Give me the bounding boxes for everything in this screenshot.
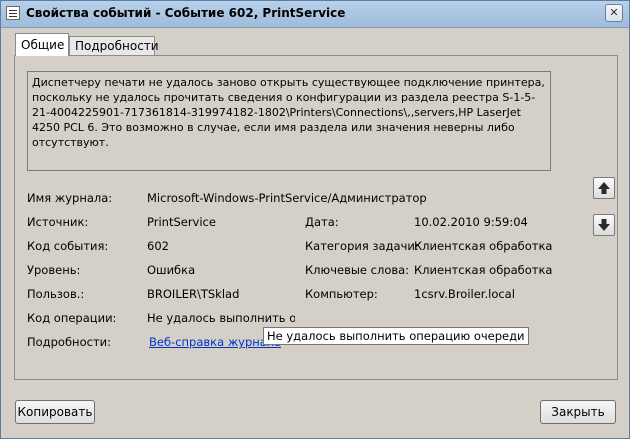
event-description[interactable]: Диспетчеру печати не удалось заново откр… <box>27 71 551 171</box>
log-name-label: Имя журнала: <box>27 191 113 205</box>
level-value: Ошибка <box>147 263 196 277</box>
next-event-button[interactable] <box>593 214 615 236</box>
user-label: Пользов.: <box>27 287 85 301</box>
source-value: PrintService <box>147 215 216 229</box>
tab-details[interactable]: Подробности <box>69 36 159 55</box>
event-id-label: Код события: <box>27 239 109 253</box>
previous-event-button[interactable] <box>593 177 615 199</box>
keywords-value: Клиентская обработка (CS <box>414 263 557 277</box>
keywords-label: Ключевые слова: <box>305 263 410 277</box>
more-info-label: Подробности: <box>27 335 111 349</box>
logged-label: Дата: <box>305 215 339 229</box>
copy-button[interactable]: Копировать <box>15 400 95 424</box>
event-id-value: 602 <box>147 239 169 253</box>
computer-value: 1csrv.Broiler.local <box>414 287 515 301</box>
computer-label: Компьютер: <box>305 287 378 301</box>
title-bar[interactable]: Свойства событий - Событие 602, PrintSer… <box>1 1 629 28</box>
event-properties-window: Свойства событий - Событие 602, PrintSer… <box>0 0 630 439</box>
arrow-up-icon <box>598 182 610 194</box>
opcode-value: Не удалось выполнить опе <box>147 311 295 325</box>
tab-general[interactable]: Общие <box>15 33 69 56</box>
close-button[interactable]: Закрыть <box>540 400 616 424</box>
user-value: BROILER\TSklad <box>147 287 240 301</box>
window-title: Свойства событий - Событие 602, PrintSer… <box>26 6 346 20</box>
opcode-tooltip: Не удалось выполнить операцию очереди <box>263 327 529 345</box>
task-category-label: Категория задачи: <box>305 239 419 253</box>
arrow-down-icon <box>598 219 610 231</box>
level-label: Уровень: <box>27 263 81 277</box>
event-log-help-link[interactable]: Веб-справка журнала <box>149 335 281 349</box>
opcode-label: Код операции: <box>27 311 117 325</box>
event-viewer-icon <box>6 6 20 20</box>
logged-value: 10.02.2010 9:59:04 <box>414 215 528 229</box>
source-label: Источник: <box>27 215 89 229</box>
log-name-value: Microsoft-Windows-PrintService/Администр… <box>147 191 427 205</box>
close-window-button[interactable]: ✕ <box>605 4 623 22</box>
task-category-value: Клиентская обработка <box>414 239 553 253</box>
